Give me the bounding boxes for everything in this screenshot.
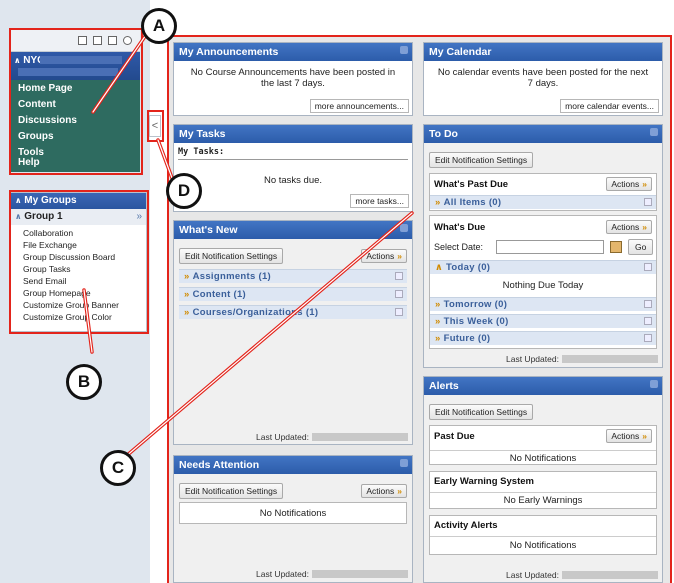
callout-b: B [66,364,102,400]
annotation-pointers [82,30,414,459]
callout-a: A [141,8,177,44]
callout-c: C [100,450,136,486]
callout-d: D [166,173,202,209]
